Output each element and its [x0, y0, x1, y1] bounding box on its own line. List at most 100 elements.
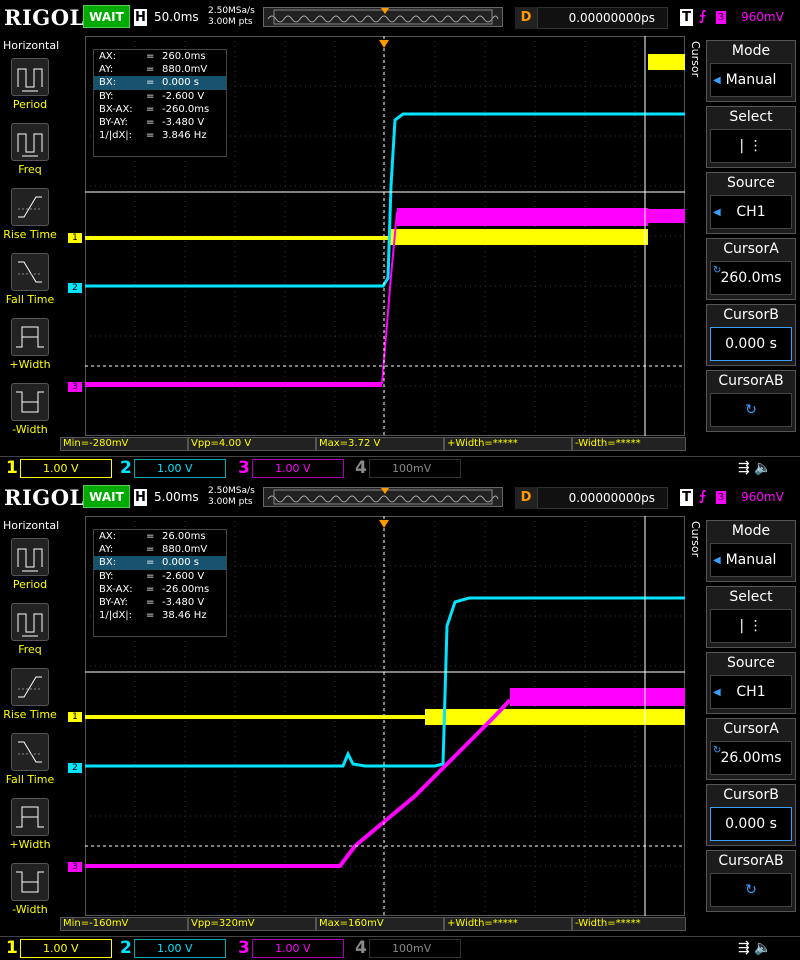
cursor-ab-button[interactable]: CursorAB ↻ — [706, 850, 796, 912]
readout-key: BY-AY: — [99, 116, 128, 128]
memory-overview-bar[interactable] — [263, 487, 503, 507]
usb-speaker-icon[interactable]: ⇶ 🔈 — [738, 460, 772, 476]
ch4-scale[interactable]: 100mV — [369, 459, 461, 478]
run-status-badge[interactable]: WAIT — [83, 5, 130, 28]
ch4-number[interactable]: 4 — [355, 457, 367, 479]
measurement-vpp[interactable]: Vpp=320mV — [188, 917, 316, 931]
measurement-positive-width[interactable]: +Width=***** — [444, 917, 572, 931]
cursor-source-button[interactable]: Source CH1 ◀ — [706, 172, 796, 234]
readout-equals: = — [146, 610, 155, 622]
measurement-negative-width[interactable]: -Width=***** — [572, 917, 686, 931]
measure-rise-time-button[interactable]: Rise Time — [0, 188, 60, 241]
fall-time-icon — [11, 253, 49, 291]
measure-negative-width-button[interactable]: -Width — [0, 863, 60, 916]
delay-value[interactable]: 0.00000000ps — [537, 7, 668, 29]
measurement-max[interactable]: Max=3.72 V — [316, 437, 444, 451]
acquisition-info: 2.50MSa/s 3.00M pts — [208, 6, 255, 28]
cursor-readout-row: BX-AX: = -26.00ms — [94, 583, 226, 596]
measure-freq-button[interactable]: Freq — [0, 603, 60, 656]
cursor-a-button[interactable]: CursorA 26.00ms ↻ — [706, 718, 796, 780]
ch2-scale[interactable]: 1.00 V — [134, 939, 226, 958]
measure-fall-time-button[interactable]: Fall Time — [0, 733, 60, 786]
ch1-trace-high — [648, 54, 685, 70]
cursor-mode-button[interactable]: Mode Manual ◀ — [706, 520, 796, 582]
scope-screen-top: RIGOL WAIT H 50.0ms 2.50MSa/s 3.00M pts … — [0, 0, 800, 480]
readout-key: AX: — [99, 531, 117, 542]
measure-rise-time-button[interactable]: Rise Time — [0, 668, 60, 721]
ch3-marker[interactable]: 3 — [68, 862, 82, 872]
ch3-number[interactable]: 3 — [238, 937, 250, 959]
cursor-source-button[interactable]: Source CH1 ◀ — [706, 652, 796, 714]
measure-positive-width-button[interactable]: +Width — [0, 318, 60, 371]
measure-period-button[interactable]: Period — [0, 538, 60, 591]
rising-edge-icon: ⨍ — [699, 9, 707, 24]
measurement-min[interactable]: Min=-160mV — [60, 917, 188, 931]
readout-key: 1/|dX|: — [99, 130, 133, 142]
ch1-marker[interactable]: 1 — [68, 712, 82, 722]
cursor-readout-row: AY: = 880.0mV — [94, 63, 226, 76]
button-value: | ⋮ — [710, 609, 792, 643]
top-status-bar: RIGOL WAIT H 50.0ms 2.50MSa/s 3.00M pts … — [0, 0, 800, 36]
run-status-badge[interactable]: WAIT — [83, 485, 130, 508]
button-value: Manual — [710, 63, 792, 97]
measurement-vpp[interactable]: Vpp=4.00 V — [188, 437, 316, 451]
cursor-ab-button[interactable]: CursorAB ↻ — [706, 370, 796, 432]
arrow-left-icon: ◀ — [713, 75, 721, 86]
ch1-scale[interactable]: 1.00 V — [20, 939, 112, 958]
ch2-number[interactable]: 2 — [120, 937, 132, 959]
ch2-scale[interactable]: 1.00 V — [134, 459, 226, 478]
trigger-level[interactable]: 960mV — [741, 10, 784, 24]
measure-period-button[interactable]: Period — [0, 58, 60, 111]
trigger-level[interactable]: 960mV — [741, 490, 784, 504]
button-value: 26.00ms — [710, 741, 792, 775]
ch1-number[interactable]: 1 — [6, 457, 18, 479]
button-title: Source — [726, 175, 776, 191]
measurement-max[interactable]: Max=160mV — [316, 917, 444, 931]
measurement-min[interactable]: Min=-280mV — [60, 437, 188, 451]
cursor-a-button[interactable]: CursorA 260.0ms ↻ — [706, 238, 796, 300]
measurement-negative-width[interactable]: -Width=***** — [572, 437, 686, 451]
timebase-value[interactable]: 5.00ms — [154, 490, 199, 504]
ch2-marker[interactable]: 2 — [68, 283, 82, 293]
ch4-number[interactable]: 4 — [355, 937, 367, 959]
measure-fall-time-button[interactable]: Fall Time — [0, 253, 60, 306]
cursor-b-button[interactable]: CursorB 0.000 s — [706, 784, 796, 846]
cursor-mode-button[interactable]: Mode Manual ◀ — [706, 40, 796, 102]
ch3-scale[interactable]: 1.00 V — [252, 939, 344, 958]
button-title: CursorA — [723, 241, 779, 257]
measure-label: -Width — [12, 423, 48, 436]
measurement-positive-width[interactable]: +Width=***** — [444, 437, 572, 451]
ch3-marker[interactable]: 3 — [68, 382, 82, 392]
measure-negative-width-button[interactable]: -Width — [0, 383, 60, 436]
measurement-bar: Min=-160mV Vpp=320mV Max=160mV +Width=**… — [60, 917, 686, 931]
ch3-number[interactable]: 3 — [238, 457, 250, 479]
rotary-knob-icon: ↻ — [713, 265, 722, 276]
button-title: CursorA — [723, 721, 779, 737]
ch3-scale[interactable]: 1.00 V — [252, 459, 344, 478]
readout-value: -2.600 V — [162, 570, 205, 582]
ch2-number[interactable]: 2 — [120, 457, 132, 479]
usb-speaker-icon[interactable]: ⇶ 🔈 — [738, 940, 772, 956]
cursor-select-button[interactable]: Select | ⋮ — [706, 586, 796, 648]
ch1-number[interactable]: 1 — [6, 937, 18, 959]
timebase-value[interactable]: 50.0ms — [154, 10, 199, 24]
ch1-marker[interactable]: 1 — [68, 233, 82, 243]
measure-freq-button[interactable]: Freq — [0, 123, 60, 176]
readout-value: 880.0mV — [162, 64, 208, 76]
cursor-readout-row-selected: BX: = 0.000 s — [94, 556, 226, 570]
cursor-select-button[interactable]: Select | ⋮ — [706, 106, 796, 168]
readout-key: BX-AX: — [99, 583, 133, 595]
ch3-trace-high — [397, 208, 648, 226]
scope-screen-bottom: RIGOL WAIT H 5.00ms 2.50MSa/s 3.00M pts … — [0, 480, 800, 960]
readout-key: BX-AX: — [99, 103, 133, 115]
ch2-marker[interactable]: 2 — [68, 763, 82, 773]
menu-vertical-label: Cursor — [689, 521, 702, 558]
memory-overview-bar[interactable] — [263, 7, 503, 27]
delay-value[interactable]: 0.00000000ps — [537, 487, 668, 509]
cursor-b-button[interactable]: CursorB 0.000 s — [706, 304, 796, 366]
rotary-knob-icon: ↻ — [710, 873, 792, 907]
ch4-scale[interactable]: 100mV — [369, 939, 461, 958]
measure-label: +Width — [9, 838, 51, 851]
ch1-scale[interactable]: 1.00 V — [20, 459, 112, 478]
measure-positive-width-button[interactable]: +Width — [0, 798, 60, 851]
